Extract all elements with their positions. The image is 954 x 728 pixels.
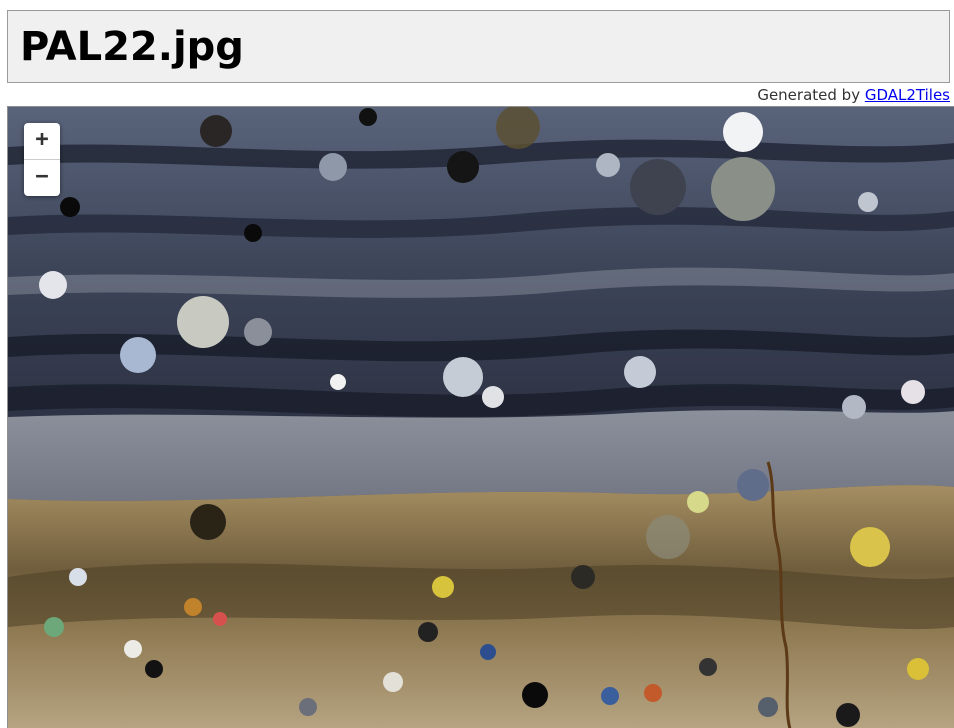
- page-title: PAL22.jpg: [20, 24, 244, 70]
- map-viewer[interactable]: + −: [7, 106, 954, 728]
- generated-by-credit: Generated by GDAL2Tiles: [757, 86, 950, 104]
- page-header: PAL22.jpg: [7, 10, 950, 83]
- zoom-control: + −: [24, 123, 60, 196]
- zoom-out-button[interactable]: −: [24, 160, 60, 196]
- zoom-in-button[interactable]: +: [24, 123, 60, 160]
- rock-thin-section-image: [8, 107, 954, 728]
- gdal2tiles-link[interactable]: GDAL2Tiles: [865, 86, 950, 104]
- generated-by-text: Generated by: [757, 86, 865, 104]
